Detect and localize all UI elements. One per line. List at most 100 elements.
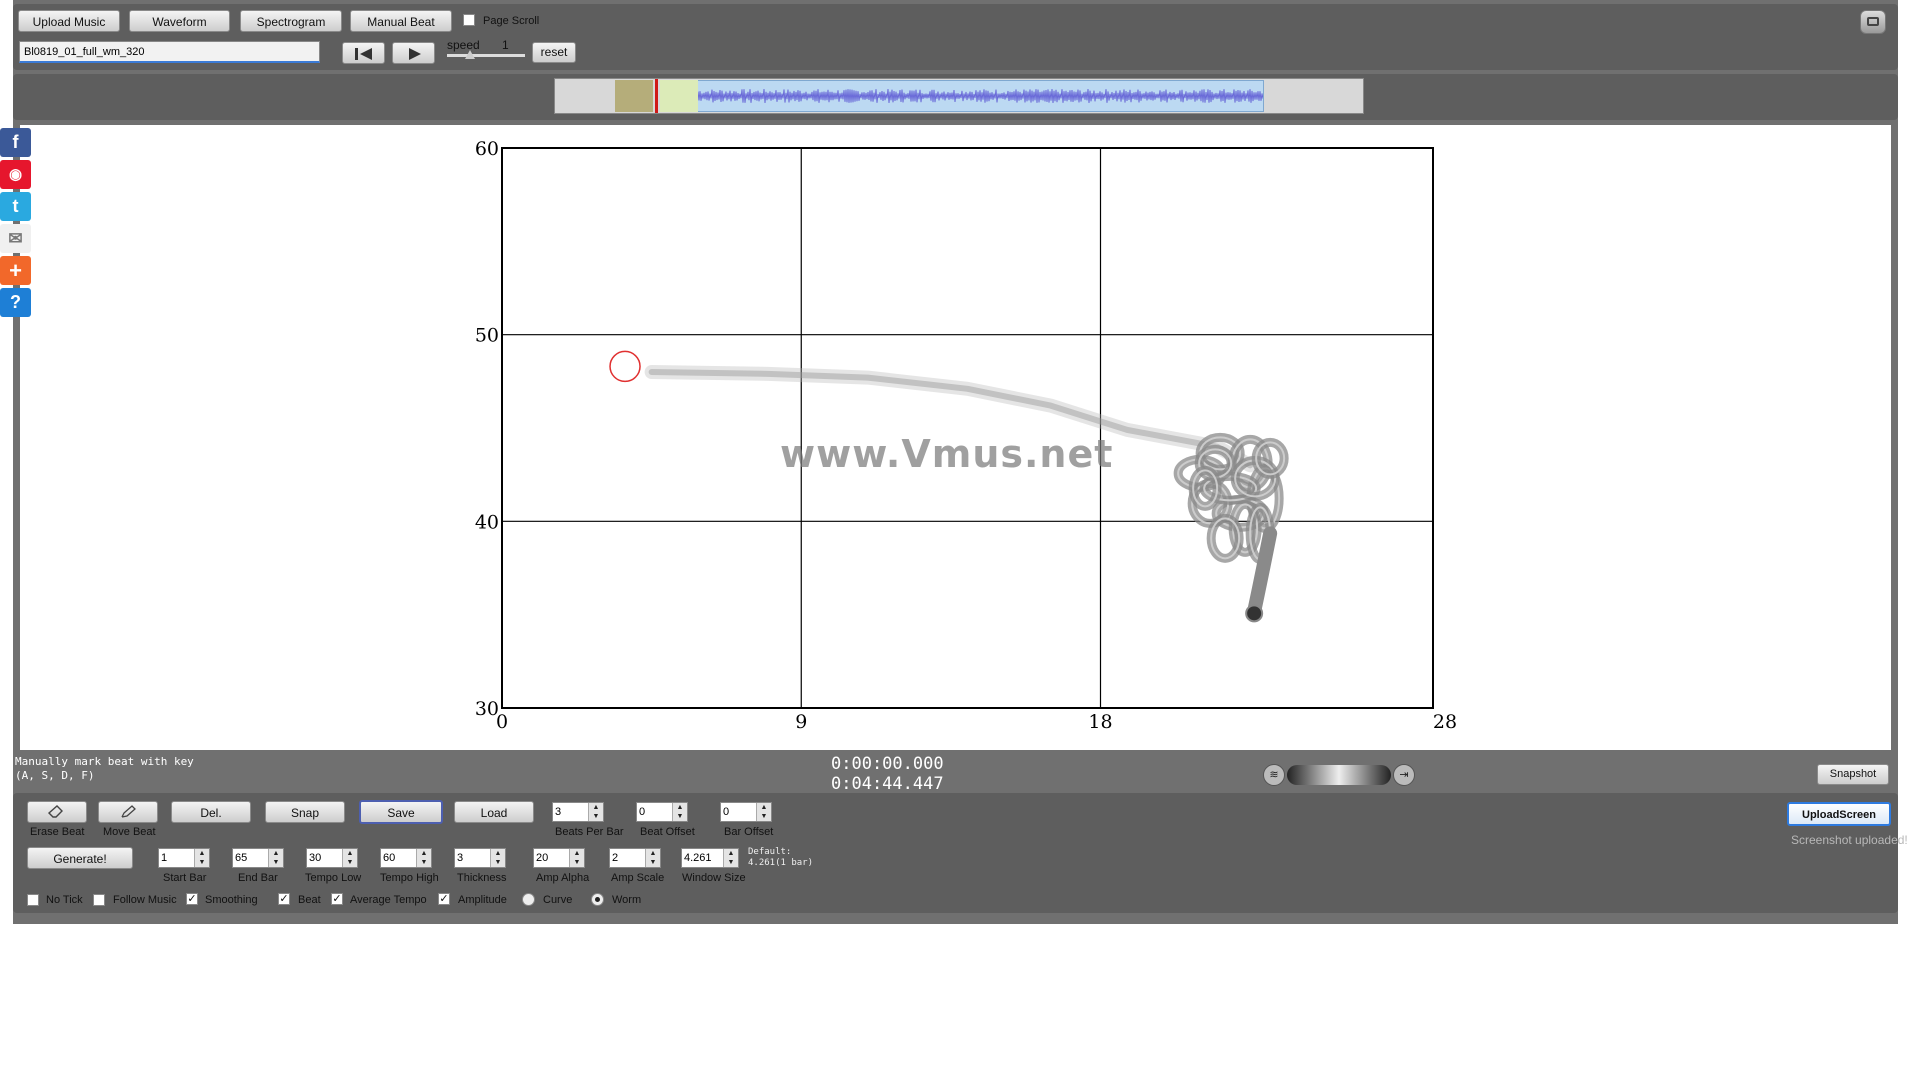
time-current: 0:00:00.000 [831,754,944,774]
start-bar-input[interactable] [159,849,195,867]
email-icon[interactable]: ✉ [0,224,31,253]
stepper-arrows[interactable]: ▲ ▼ [490,849,505,867]
screen-icon[interactable] [1860,10,1886,34]
beat-offset-label: Beat Offset [640,826,695,838]
pencil-icon [121,805,136,818]
worm-head [1245,604,1264,623]
skip-start-button[interactable] [342,42,385,64]
snap-button[interactable]: Snap [265,801,345,823]
speed-slider-thumb[interactable] [465,50,475,59]
x-tick-label: 9 [795,711,807,733]
delete-button[interactable]: Del. [171,801,251,823]
no-tick-checkbox[interactable] [27,894,39,906]
beat-offset-stepper[interactable]: ▲▼ [636,802,688,822]
default-window-line-2: 4.261(1 bar) [748,858,814,868]
end-bar-stepper[interactable]: ▲▼ [232,848,284,868]
waveform-button[interactable]: Waveform [129,10,230,32]
end-bar-input[interactable] [233,849,269,867]
tempo-high-input[interactable] [381,849,417,867]
manual-beat-button[interactable]: Manual Beat [350,10,452,32]
amp-scale-input[interactable] [610,849,646,867]
stepper-arrows[interactable]: ▲ ▼ [569,849,584,867]
bar-offset-label: Bar Offset [724,826,774,838]
beat-offset-input[interactable] [637,803,673,821]
move-beat-button[interactable] [98,801,158,823]
save-button[interactable]: Save [359,800,443,824]
window-size-stepper[interactable]: ▲▼ [681,848,739,868]
waveform-mode-icon[interactable]: ≋ [1263,764,1285,786]
y-tick-label: 50 [475,325,499,347]
watermark: www.Vmus.net [780,432,1114,476]
add-share-icon[interactable]: + [0,256,31,285]
x-tick-label: 18 [1088,711,1112,733]
amp-scale-label: Amp Scale [611,872,665,884]
twitter-icon[interactable]: t [0,192,31,221]
average-tempo-checkbox[interactable]: ✓ [331,893,343,905]
audio-mode-icon[interactable]: ⇥ [1393,764,1415,786]
snapshot-button[interactable]: Snapshot [1817,764,1889,785]
tempo-high-label: Tempo High [380,872,439,884]
beats-per-bar-input[interactable] [553,803,589,821]
overview-panel [13,74,1898,120]
stepper-arrows[interactable]: ▲ ▼ [194,849,209,867]
stepper-arrows[interactable]: ▲ ▼ [756,803,771,821]
play-button[interactable] [392,42,435,64]
generate-button[interactable]: Generate! [27,847,133,869]
amplitude-checkbox[interactable]: ✓ [438,893,450,905]
y-tick-label: 30 [475,698,499,720]
beat-checkbox[interactable]: ✓ [278,893,290,905]
load-button[interactable]: Load [454,801,534,823]
overview-wave-svg [698,88,1263,103]
bar-offset-stepper[interactable]: ▲▼ [720,802,772,822]
amp-scale-stepper[interactable]: ▲▼ [609,848,661,868]
help-icon[interactable]: ? [0,288,31,317]
weibo-icon[interactable]: ◉ [0,160,31,189]
page-scroll-label: Page Scroll [483,15,540,27]
upload-music-button[interactable]: Upload Music [18,10,120,32]
playhead-marker[interactable] [655,79,658,113]
plot-frame [501,147,1434,709]
start-bar-label: Start Bar [163,872,207,884]
tempo-high-stepper[interactable]: ▲▼ [380,848,432,868]
stepper-arrows[interactable]: ▲ ▼ [672,803,687,821]
stepper-arrows[interactable]: ▲ ▼ [588,803,603,821]
amp-alpha-input[interactable] [534,849,570,867]
x-tick-label: 28 [1433,711,1457,733]
thickness-stepper[interactable]: ▲▼ [454,848,506,868]
follow-music-checkbox[interactable] [93,894,105,906]
worm-radio[interactable] [591,893,604,906]
volume-slider[interactable] [1287,765,1391,785]
average-tempo-label: Average Tempo [350,894,427,906]
filename-field[interactable] [19,41,320,63]
speed-slider[interactable] [447,50,525,59]
stepper-arrows[interactable]: ▲ ▼ [268,849,283,867]
curve-radio[interactable] [522,893,535,906]
page-scroll-checkbox[interactable] [463,14,475,26]
tempo-low-label: Tempo Low [305,872,362,884]
position-marker [609,350,641,383]
facebook-icon[interactable]: f [0,128,31,157]
control-panel: Erase Beat Move Beat Del. Snap Save Load… [13,793,1908,913]
tempo-low-stepper[interactable]: ▲▼ [306,848,358,868]
smoothing-checkbox[interactable]: ✓ [186,893,198,905]
stepper-arrows[interactable]: ▲ ▼ [416,849,431,867]
thickness-input[interactable] [455,849,491,867]
window-size-input[interactable] [682,849,724,867]
overview-waveform[interactable] [554,78,1364,114]
erase-beat-button[interactable] [27,801,87,823]
spectrogram-button[interactable]: Spectrogram [240,10,342,32]
bar-offset-input[interactable] [721,803,757,821]
reset-button[interactable]: reset [532,42,576,63]
amp-alpha-stepper[interactable]: ▲▼ [533,848,585,868]
upload-screen-button[interactable]: UploadScreen [1787,802,1891,826]
amp-alpha-label: Amp Alpha [536,872,590,884]
tempo-low-input[interactable] [307,849,343,867]
thickness-label: Thickness [457,872,507,884]
beats-per-bar-stepper[interactable]: ▲▼ [552,802,604,822]
curve-label: Curve [543,894,573,906]
stepper-arrows[interactable]: ▲ ▼ [723,849,738,867]
stepper-arrows[interactable]: ▲ ▼ [342,849,357,867]
start-bar-stepper[interactable]: ▲▼ [158,848,210,868]
stepper-arrows[interactable]: ▲ ▼ [645,849,660,867]
volume-control[interactable]: ≋ ⇥ [1263,764,1415,786]
